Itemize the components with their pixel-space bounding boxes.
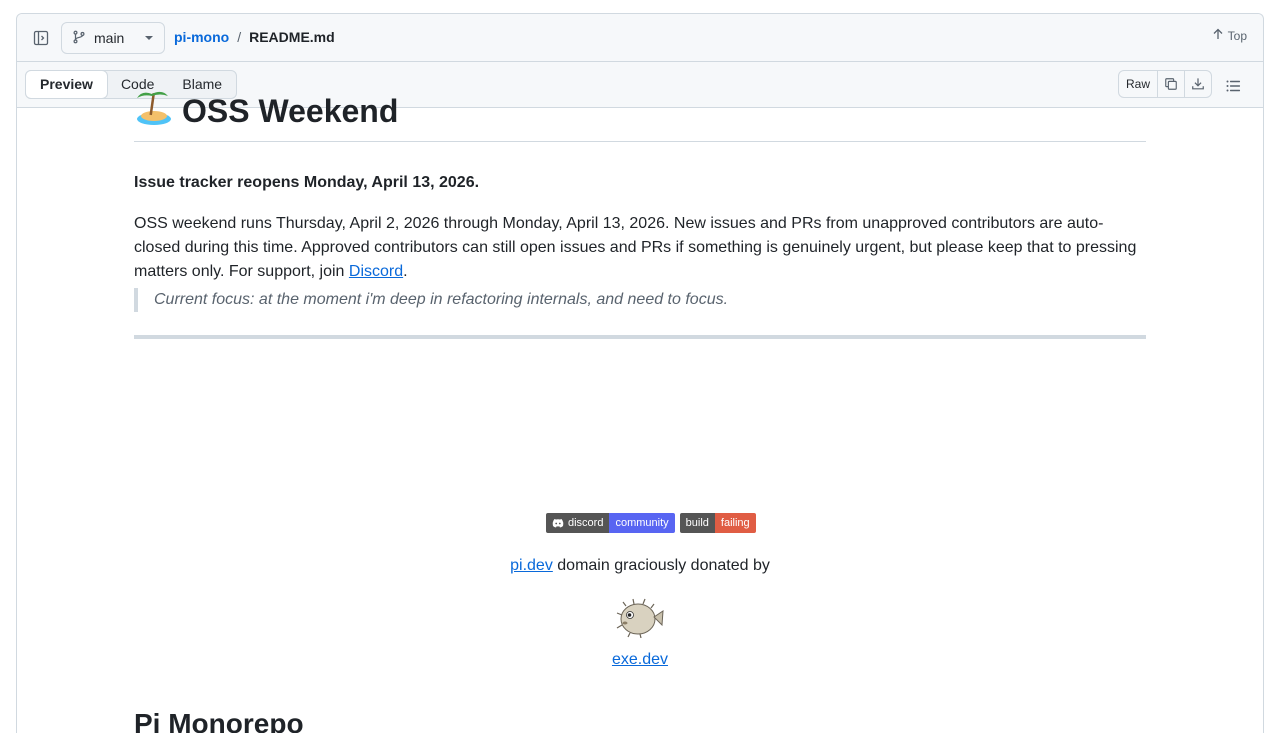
discord-icon	[552, 519, 564, 528]
top-label: Top	[1227, 28, 1247, 43]
breadcrumb: pi-mono / README.md	[174, 29, 335, 45]
badge-left-text: build	[679, 513, 715, 533]
sponsor-line: exe.dev	[134, 651, 1146, 669]
horizontal-rule	[134, 335, 1146, 339]
discord-link[interactable]: Discord	[349, 263, 403, 280]
badge-left: discord	[546, 513, 610, 533]
chevron-down-icon	[144, 30, 154, 46]
paragraph-text: OSS weekend runs Thursday, April 2, 2026…	[134, 215, 1137, 280]
domain-text: domain graciously donated by	[552, 557, 770, 574]
pi-dev-link[interactable]: pi.dev	[510, 557, 553, 574]
page-title: OSS Weekend	[134, 88, 398, 134]
file-view: main pi-mono / README.md Top Preview Cod…	[16, 13, 1264, 733]
badge-row: discord community build failing	[546, 513, 756, 533]
domain-credit: pi.dev domain graciously donated by	[134, 557, 1146, 575]
badge-left-text: discord	[568, 517, 604, 529]
badge-right-text: failing	[714, 513, 756, 533]
file-header: main pi-mono / README.md Top	[17, 14, 1263, 62]
download-icon[interactable]	[1184, 71, 1211, 97]
paragraph-end: .	[403, 263, 408, 280]
sidebar-toggle-icon[interactable]	[29, 26, 53, 50]
breadcrumb-separator: /	[237, 29, 242, 45]
discord-badge[interactable]: discord community	[546, 513, 675, 533]
tab-preview[interactable]: Preview	[25, 70, 108, 99]
file-name: README.md	[249, 29, 335, 45]
build-badge[interactable]: build failing	[679, 513, 756, 533]
exe-dev-link[interactable]: exe.dev	[612, 651, 668, 668]
branch-icon	[72, 30, 86, 47]
oss-paragraph: OSS weekend runs Thursday, April 2, 2026…	[134, 212, 1146, 284]
branch-selector[interactable]: main	[61, 22, 165, 54]
top-button[interactable]: Top	[1212, 28, 1247, 43]
focus-blockquote: Current focus: at the moment i'm deep in…	[134, 288, 728, 312]
outline-list-icon[interactable]	[1219, 72, 1247, 100]
island-emoji-icon	[134, 88, 172, 134]
copy-icon[interactable]	[1157, 71, 1184, 97]
badge-right-text: community	[609, 513, 675, 533]
repo-link[interactable]: pi-mono	[174, 29, 229, 45]
section-heading: Pi Monorepo	[134, 708, 304, 733]
heading-text: OSS Weekend	[182, 92, 399, 129]
notice-text: Issue tracker reopens Monday, April 13, …	[134, 174, 480, 191]
heading-block: OSS Weekend	[134, 88, 1146, 142]
arrow-up-icon	[1212, 28, 1224, 43]
pufferfish-logo[interactable]	[616, 598, 664, 639]
branch-name: main	[94, 30, 125, 46]
